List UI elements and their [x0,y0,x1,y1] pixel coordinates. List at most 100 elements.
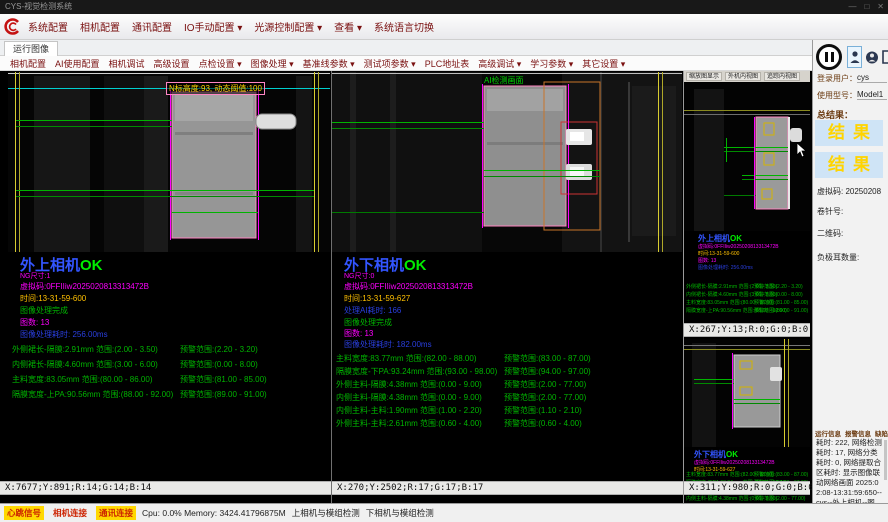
left-overlay-label: N标高度:93, 动态阈值:100 [166,82,265,95]
left-camera-image [8,72,330,252]
tab-strip: 运行图像 [0,40,812,56]
small-top-time: 时间:13-31-59-600 [698,250,739,257]
small-view-bottom[interactable]: 外下相机OK 虚拟码:0FFIIiw2025020813313472B 时间:1… [684,339,810,481]
camera-link-badge: 相机连接 [50,506,90,520]
menu-item-system-config[interactable]: 系统配置 [23,17,73,36]
switch-user-button[interactable] [865,46,879,68]
close-icon[interactable]: ✕ [877,0,884,14]
left-time: 时间:13-31-59-600 [20,293,86,304]
menu-item-language[interactable]: 系统语言切换 [369,17,439,36]
mid-elapsed: 图像处理耗时: 182.00ms [344,339,432,350]
login-user-value[interactable]: cys [857,73,887,83]
log-tab-alarm[interactable]: 报警信息 [845,428,871,438]
mid-ai-elapsed: 处理AI耗时: 166 [344,305,401,316]
tab-run-image[interactable]: 运行图像 [4,41,58,56]
menu-item-io-manual[interactable]: IO手动配置 ▾ [179,17,247,36]
measure-row: 内侧主料-主料:1.90mm 范围:(1.00 - 2.20)预警范围:(1.1… [336,405,682,416]
small-row: 外侧裙长-隔膜:2.91mm 范围:(2.00 - 3.50)预警范围:(2.2… [686,283,810,290]
menu-item-light-control[interactable]: 光源控制配置 ▾ [249,17,327,36]
toolbar-camera-debug[interactable]: 相机调试 [105,57,149,70]
small-row: 内侧裙长-隔膜:4.60mm 范围:(3.00 - 6.00)预警范围:(0.0… [686,291,810,298]
mid-ai-overlay-label: AI检测画面 [484,75,524,86]
model-value[interactable]: Model1 [857,90,887,100]
small-top-count: 图数: 13 [698,257,716,264]
window-title: CYS-视觉检测系统 [5,2,72,11]
login-user-button[interactable] [847,46,862,68]
exit-button[interactable] [881,46,888,68]
small-row: 主料宽度:83.05mm 范围:(80.00 - 86.00)预警范围:(81.… [686,299,810,306]
toolbar-learn-params[interactable]: 学习参数 ▾ [526,57,577,70]
mid-coord-status: X:270;Y:2502;R:17;G:17;B:17 [332,481,683,495]
middle-camera-image [332,72,682,252]
mid-time: 时间:13-31-59-627 [344,293,410,304]
negative-tab-count-label: 负极耳数量: [817,252,859,263]
measure-row: 隔膜宽度-下PA:93.24mm 范围:(93.00 - 98.00)预警范围:… [336,366,682,377]
toolbar-advanced-settings[interactable]: 高级设置 [150,57,194,70]
small-bottom-code: 虚拟码:0FFIIiw2025020813313472B [694,459,775,466]
tab-outer-view[interactable]: 外机内视图 [725,72,761,81]
result-block-2: 结果 [815,152,883,178]
small-bottom-coord-status: X:311;Y:980;R:0;G:0;B:0 [684,481,810,495]
small-row: 隔膜宽度-上PA:90.56mm 范围:(88.00 - 92.00)预警范围:… [686,307,810,314]
tab-track-view[interactable]: 追踪内视图 [764,72,800,81]
comm-link-badge: 通讯连接 [96,506,136,520]
pin-number-label: 卷针号: [817,206,843,217]
log-scrollbar[interactable] [884,440,887,480]
mid-ng-line: NG尺寸:0 [344,271,374,281]
small-row: 主料宽度:83.77mm 范围:(82.00 - 88.00)预警范围:(83.… [686,471,810,478]
title-bar: CYS-视觉检测系统 — □ ✕ [0,0,888,14]
toolbar-spot-check[interactable]: 点检设置 ▾ [195,57,246,70]
toolbar-other-settings[interactable]: 其它设置 ▾ [578,57,629,70]
menu-item-camera-config[interactable]: 相机配置 [75,17,125,36]
heartbeat-badge: 心跳信号 [4,506,44,520]
minimize-icon[interactable]: — [848,0,856,14]
mid-frame-count: 图数: 13 [344,328,373,339]
mid-done: 图像处理完成 [344,317,392,328]
exit-door-icon [882,50,888,64]
small-row: 内侧主料-隔膜:4.38mm 范围:(0.00 - 9.00)预警范围:(2.0… [686,495,810,502]
status-bar: 心跳信号 相机连接 通讯连接 Cpu: 0.0% Memory: 3424.41… [0,503,888,522]
pause-button[interactable] [816,44,842,70]
mouse-cursor-icon [796,142,807,158]
toolbar-image-processing[interactable]: 图像处理 ▾ [247,57,298,70]
left-elapsed: 图像处理耗时: 256.00ms [20,329,108,340]
qr-code-label: 二维码: [817,228,843,239]
toolbar-advanced-debug[interactable]: 高级调试 ▾ [474,57,525,70]
lower-camera-check[interactable]: 下相机与模组检测 [366,507,434,519]
left-camera-view[interactable]: N标高度:93, 动态阈值:100 外上相机OK NG尺寸:1 虚拟码:0FFI… [8,72,330,480]
right-view-tabs: 缩放图显示 外机内视图 追踪内视图 [684,71,810,82]
left-ng-line: NG尺寸:1 [20,271,50,281]
left-coord-status: X:7677;Y:891;R:14;G:14;B:14 [0,481,331,495]
small-top-image [684,83,810,231]
log-tab-defect[interactable]: 缺陷信息 [875,428,888,438]
model-label: 使用型号： [817,90,857,101]
side-panel: 登录用户： cys 使用型号： Model1 总结果： 结果 结果 虚拟码: 2… [812,40,888,503]
middle-camera-view[interactable]: AI检测画面 外下相机OK NG尺寸:0 虚拟码:0FFIIiw20250208… [332,72,682,480]
measure-row: 外侧主料-主料:2.61mm 范围:(0.60 - 4.00)预警范围:(0.6… [336,418,682,429]
upper-camera-check[interactable]: 上相机与模组检测 [292,507,360,519]
small-top-code: 虚拟码:0FFIIiw2025020813313472B [698,243,779,250]
tab-zoom-view[interactable]: 缩放图显示 [686,72,722,81]
cpu-memory-status: Cpu: 0.0% Memory: 3424.41796875M [142,508,286,518]
toolbar-ai-config[interactable]: AI使用配置 [51,57,104,70]
virtual-code-value: 虚拟码: 20250208 [817,186,881,197]
maximize-icon[interactable]: □ [864,0,869,14]
menu-item-view[interactable]: 查看 ▾ [329,17,367,36]
log-tabs: 运行信息 报警信息 缺陷信息 [815,428,888,438]
left-frame-count: 图数: 13 [20,317,49,328]
small-bottom-image [684,339,810,447]
toolbar-test-params[interactable]: 测试项参数 ▾ [360,57,420,70]
small-top-coord-status: X:267;Y:13;R:0;G:0;B:0 [684,323,810,337]
menu-item-comm-config[interactable]: 通讯配置 [127,17,177,36]
toolbar-baseline-params[interactable]: 基准线参数 ▾ [299,57,359,70]
measure-row: 内侧裙长-隔膜:4.60mm 范围:(3.00 - 6.00)预警范围:(0.0… [12,359,330,370]
toolbar-camera-config[interactable]: 相机配置 [6,57,50,70]
measure-row: 主料宽度:83.05mm 范围:(80.00 - 86.00)预警范围:(81.… [12,374,330,385]
measure-row: 主料宽度:83.77mm 范围:(82.00 - 88.00)预警范围:(83.… [336,353,682,364]
app-logo-icon [3,18,21,36]
toolbar-plc-table[interactable]: PLC地址表 [421,57,474,70]
log-tab-run[interactable]: 运行信息 [815,428,841,438]
small-view-top[interactable]: 外上相机OK 虚拟码:0FFIIiw2025020813313472B 时间:1… [684,83,810,281]
result-block-1: 结果 [815,120,883,146]
small-top-elapsed: 图像处理耗时: 256.00ms [698,264,753,271]
